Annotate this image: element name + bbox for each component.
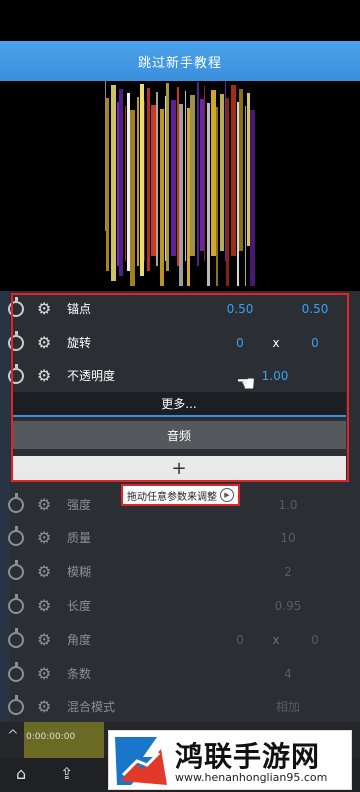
glitch-stripe [231,85,236,256]
gear-icon[interactable]: ⚙ [37,496,51,513]
param-row-length[interactable]: ⚙ 长度 0.95 [0,589,360,622]
param-row-strength[interactable]: ⚙ 强度 1.0 [0,488,360,521]
glitch-stripe [190,95,195,256]
timecode: 0:00:00:00 [26,732,76,742]
glitch-stripe [130,110,135,286]
glitch-stripe [119,89,123,276]
param-value-1[interactable]: 0.95 [258,599,318,613]
chevron-up-icon[interactable]: ^ [7,728,19,744]
glitch-stripe [220,94,224,251]
glitch-stripe [245,106,246,286]
glitch-stripe [179,104,183,286]
glitch-stripe [125,106,126,261]
gear-icon[interactable]: ⚙ [37,631,51,648]
param-value-2[interactable]: 0 [290,633,340,647]
watermark-logo [115,737,167,785]
param-row-blur[interactable]: ⚙ 模糊 2 [0,555,360,588]
site-watermark: 鸿联手游网 www.henanhonglian95.com [108,730,352,790]
stopwatch-icon[interactable] [8,525,24,546]
param-value-1[interactable]: 相加 [258,698,318,715]
glitch-stripe [207,103,210,286]
glitch-stripe [197,82,199,266]
param-value-1[interactable]: 4 [258,667,318,681]
glitch-stripe [166,83,169,271]
glitch-stripe [204,86,205,261]
gear-icon[interactable]: ⚙ [37,597,51,614]
param-label: 角度 [67,633,92,647]
param-row-blend-mode[interactable]: ⚙ 混合模式 相加 [0,690,360,723]
param-label: 长度 [67,599,92,613]
stopwatch-icon[interactable] [8,661,24,682]
param-value-1[interactable]: 1.0 [258,498,318,512]
glitch-stripe [147,88,150,271]
stopwatch-icon[interactable] [8,492,24,513]
param-row-quality[interactable]: ⚙ 质量 10 [0,521,360,554]
glitch-stripe [185,91,186,261]
home-icon[interactable]: ⌂ [16,764,26,783]
param-value-1[interactable]: 2 [258,565,318,579]
video-preview [0,81,360,291]
param-label: 条数 [67,667,92,681]
param-row-count[interactable]: ⚙ 条数 4 [0,657,360,690]
gear-icon[interactable]: ⚙ [37,665,51,682]
stopwatch-icon[interactable] [8,559,24,580]
glitch-stripe [156,92,158,266]
glitch-stripe [216,107,218,286]
glitch-stripe [111,85,116,281]
glitch-stripe [226,98,229,286]
gear-icon[interactable]: ⚙ [37,529,51,546]
stopwatch-icon[interactable] [8,627,24,648]
param-label: 质量 [67,531,92,545]
glitch-stripe [239,89,243,251]
glitch-stripe [160,109,164,286]
stopwatch-icon[interactable] [8,694,24,715]
hand-pointer-icon: ☚ [236,372,256,397]
gear-icon[interactable]: ⚙ [37,563,51,580]
glitch-stripe [137,97,139,266]
tutorial-highlight-box [11,293,349,482]
skip-tutorial-banner[interactable]: 跳过新手教程 [0,41,360,81]
gear-icon[interactable]: ⚙ [37,698,51,715]
watermark-title: 鸿联手游网 [175,740,321,773]
param-value-1[interactable]: 0 [210,633,270,647]
glitch-stripe [106,98,109,271]
watermark-url: www.henanhonglian95.com [175,771,328,784]
param-label: 混合模式 [67,700,116,714]
glitch-preview-image [105,81,255,286]
stopwatch-icon[interactable] [8,593,24,614]
param-separator: x [272,632,280,647]
param-row-angle[interactable]: ⚙ 角度 0 x 0 [0,623,360,656]
skip-tutorial-label: 跳过新手教程 [137,55,222,71]
glitch-stripe [171,100,176,256]
param-label: 强度 [67,498,92,512]
share-icon[interactable]: ⇪ [60,764,73,783]
glitch-stripe [144,101,145,261]
param-value-1[interactable]: 10 [258,531,318,545]
param-label: 模糊 [67,565,92,579]
glitch-stripe [250,110,255,286]
